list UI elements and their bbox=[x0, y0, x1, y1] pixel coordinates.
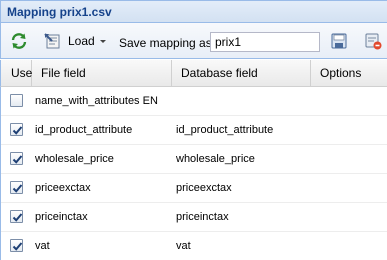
load-label: Load bbox=[68, 34, 95, 48]
mapping-name-input[interactable] bbox=[210, 32, 320, 52]
check-mark-icon bbox=[12, 126, 23, 135]
load-icon bbox=[44, 33, 60, 49]
table-row[interactable]: vat vat bbox=[1, 232, 387, 260]
table-row[interactable]: name_with_attributes EN bbox=[1, 87, 387, 116]
delete-icon bbox=[365, 33, 382, 50]
database-field-cell[interactable]: vat bbox=[176, 240, 191, 252]
file-field-cell: wholesale_price bbox=[35, 153, 114, 165]
use-checkbox[interactable] bbox=[10, 123, 23, 136]
use-checkbox[interactable] bbox=[10, 239, 23, 252]
table-row[interactable]: priceinctax priceinctax bbox=[1, 203, 387, 232]
column-header-file-field[interactable]: File field bbox=[32, 60, 172, 87]
window-title: Mapping prix1.csv bbox=[7, 5, 112, 19]
chevron-down-icon bbox=[99, 40, 106, 43]
save-icon bbox=[331, 33, 347, 49]
file-field-cell: priceinctax bbox=[35, 211, 88, 223]
grid-body: name_with_attributes EN id_product_attri… bbox=[0, 87, 387, 260]
use-checkbox[interactable] bbox=[10, 94, 23, 107]
database-field-cell[interactable]: id_product_attribute bbox=[176, 124, 273, 136]
column-header-use[interactable]: Use bbox=[1, 60, 32, 87]
column-header-options[interactable]: Options bbox=[311, 60, 387, 87]
window-titlebar: Mapping prix1.csv bbox=[0, 0, 387, 23]
delete-button[interactable] bbox=[364, 32, 382, 50]
refresh-button[interactable] bbox=[10, 32, 28, 50]
check-mark-icon bbox=[12, 155, 23, 164]
save-button[interactable] bbox=[330, 32, 348, 50]
load-button[interactable]: Load bbox=[44, 32, 108, 50]
table-row[interactable]: priceexctax priceexctax bbox=[1, 174, 387, 203]
toolbar: Load Save mapping as bbox=[0, 23, 387, 59]
table-row[interactable]: id_product_attribute id_product_attribut… bbox=[1, 116, 387, 145]
database-field-cell[interactable]: priceexctax bbox=[176, 182, 232, 194]
check-mark-icon bbox=[12, 213, 23, 222]
database-field-cell[interactable]: priceinctax bbox=[176, 211, 229, 223]
use-checkbox[interactable] bbox=[10, 181, 23, 194]
file-field-cell: name_with_attributes EN bbox=[35, 95, 158, 107]
database-field-cell[interactable]: wholesale_price bbox=[176, 153, 255, 165]
column-header-database-field[interactable]: Database field bbox=[172, 60, 311, 87]
grid-header: Use File field Database field Options bbox=[0, 60, 387, 87]
use-checkbox[interactable] bbox=[10, 210, 23, 223]
table-row[interactable]: wholesale_price wholesale_price bbox=[1, 145, 387, 174]
use-checkbox[interactable] bbox=[10, 152, 23, 165]
check-mark-icon bbox=[12, 184, 23, 193]
save-mapping-label: Save mapping as bbox=[119, 36, 212, 50]
file-field-cell: vat bbox=[35, 240, 50, 252]
refresh-icon bbox=[11, 33, 27, 49]
file-field-cell: id_product_attribute bbox=[35, 124, 133, 136]
check-mark-icon bbox=[12, 242, 23, 251]
file-field-cell: priceexctax bbox=[35, 182, 91, 194]
